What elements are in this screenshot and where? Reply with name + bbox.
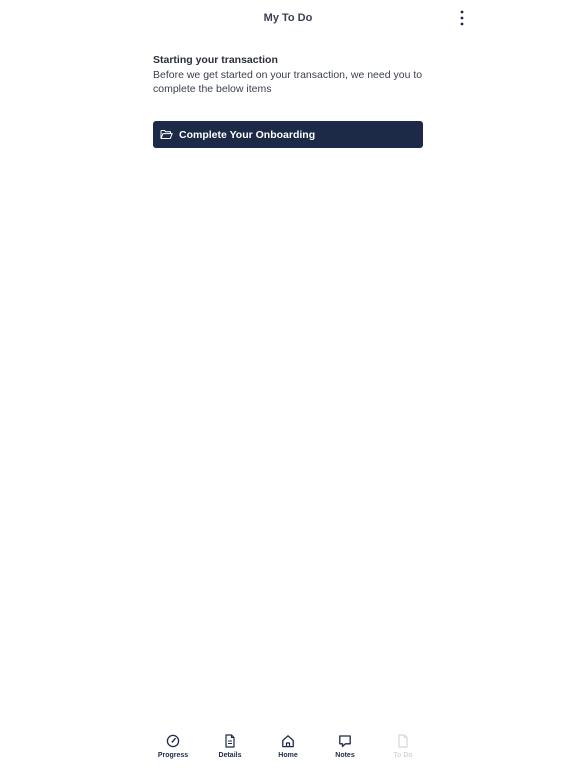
more-vertical-icon	[460, 10, 464, 26]
top-header: My To Do	[0, 0, 576, 36]
folder-open-icon	[160, 129, 173, 140]
bottom-tab-bar: Progress Details Home Notes To Do	[0, 728, 576, 768]
home-icon	[281, 734, 295, 748]
tab-home[interactable]: Home	[263, 734, 313, 764]
tab-to-do-label: To Do	[393, 752, 413, 759]
tab-notes[interactable]: Notes	[320, 734, 370, 764]
tab-to-do[interactable]: To Do	[378, 734, 428, 764]
intro-title: Starting your transaction	[153, 54, 278, 66]
tab-notes-label: Notes	[335, 752, 355, 759]
page-title: My To Do	[263, 12, 313, 24]
tab-progress-label: Progress	[157, 752, 189, 759]
tab-home-label: Home	[278, 752, 298, 759]
tab-details-label: Details	[218, 752, 242, 759]
tab-details[interactable]: Details	[205, 734, 255, 764]
chat-bubble-icon	[338, 734, 352, 748]
intro-section: Starting your transaction Before we get …	[153, 54, 423, 96]
todo-item-label: Complete Your Onboarding	[179, 128, 316, 141]
more-menu-button[interactable]	[452, 8, 472, 28]
intro-body: Before we get started on your transactio…	[153, 69, 423, 95]
tab-progress[interactable]: Progress	[148, 734, 198, 764]
gauge-icon	[166, 734, 180, 748]
document-icon	[223, 734, 237, 748]
complete-onboarding-button[interactable]: Complete Your Onboarding	[153, 121, 423, 148]
document-icon	[396, 734, 410, 748]
